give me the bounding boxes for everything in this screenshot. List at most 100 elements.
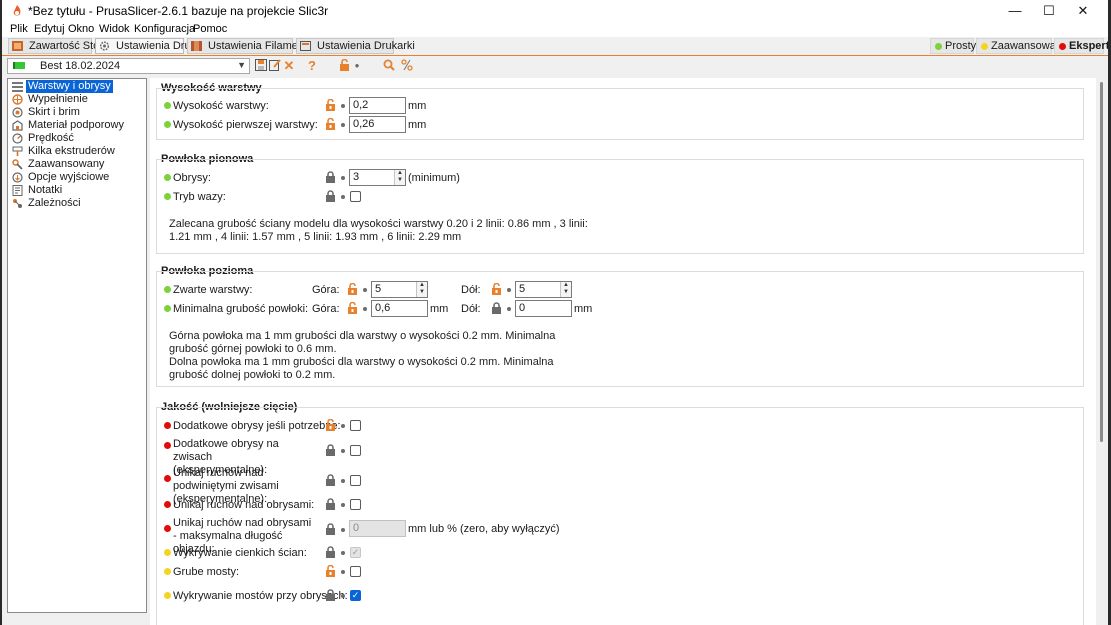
bottom-solid-layers-spinbox[interactable]: 5 ▲ ▼ [515, 281, 572, 298]
lock-closed-icon[interactable] [325, 589, 336, 601]
lock-open-icon[interactable] [337, 58, 351, 73]
perimeters-unit: (minimum) [408, 172, 460, 184]
menu-pomoc[interactable]: Pomoc [193, 23, 227, 35]
tab-filament-settings[interactable]: Ustawienia Filamentu [187, 38, 313, 54]
vertical-scrollbar[interactable] [1096, 78, 1108, 625]
lock-closed-icon[interactable] [325, 444, 336, 456]
system-value-bullet-icon[interactable] [341, 449, 345, 453]
mode-advanced-button[interactable]: Zaawansowane [976, 38, 1068, 54]
system-value-bullet-icon[interactable] [341, 570, 345, 574]
skirt-icon [12, 107, 23, 118]
thick-bridges-checkbox[interactable] [350, 566, 361, 577]
tab-bar: Zawartość Stołu Ustawienia Druku Ustawie… [2, 37, 1108, 56]
spin-arrows-icon[interactable]: ▲ ▼ [416, 282, 427, 297]
system-value-bullet-icon[interactable] [341, 424, 345, 428]
bullet-icon: ● [354, 61, 360, 70]
top-label: Góra: [312, 284, 340, 296]
max-detour-input[interactable]: 0 [349, 520, 406, 537]
preset-flag-icon [13, 62, 25, 69]
layer-height-input[interactable]: 0,2 [349, 97, 406, 114]
menu-okno[interactable]: Okno [68, 23, 94, 35]
compare-presets-icon[interactable] [400, 59, 414, 73]
menu-plik[interactable]: Plik [10, 23, 28, 35]
thin-walls-checkbox[interactable]: ✓ [350, 547, 361, 558]
expert-mode-dot-icon [164, 525, 171, 532]
menu-bar: Plik Edytuj Okno Widok Konfiguracja Pomo… [2, 22, 1108, 37]
menu-edytuj[interactable]: Edytuj [34, 23, 65, 35]
lock-open-icon[interactable] [491, 283, 502, 295]
tab-print-settings[interactable]: Ustawienia Druku [95, 38, 202, 54]
layer-height-label: Wysokość warstwy: [173, 100, 269, 112]
menu-konfiguracja[interactable]: Konfiguracja [134, 23, 195, 35]
system-value-bullet-icon[interactable] [341, 503, 345, 507]
close-button[interactable]: ✕ [1066, 0, 1100, 22]
wrench-icon [12, 159, 23, 170]
system-value-bullet-icon[interactable] [341, 104, 345, 108]
spiral-vase-checkbox[interactable] [350, 191, 361, 202]
system-value-bullet-icon[interactable] [363, 288, 367, 292]
system-value-bullet-icon[interactable] [341, 195, 345, 199]
overhangs-detection-checkbox[interactable]: ✓ [350, 590, 361, 601]
lock-open-icon[interactable] [325, 99, 336, 111]
lock-open-icon[interactable] [347, 283, 358, 295]
system-value-bullet-icon[interactable] [507, 288, 511, 292]
preset-dropdown[interactable]: Best 18.02.2024 ▼ [7, 58, 250, 74]
search-icon[interactable] [382, 59, 396, 73]
simple-mode-dot-icon [164, 121, 171, 128]
avoid-crossing-perimeters-label: Unikaj ruchów nad obrysami: [173, 499, 315, 511]
lock-closed-icon[interactable] [325, 523, 336, 535]
system-value-bullet-icon[interactable] [341, 528, 345, 532]
save-preset-icon[interactable] [254, 59, 268, 73]
speed-icon [12, 133, 23, 144]
solid-layers-label: Zwarte warstwy: [173, 284, 253, 296]
expert-mode-dot-icon [164, 422, 171, 429]
system-value-bullet-icon[interactable] [363, 307, 367, 311]
system-value-bullet-icon[interactable] [507, 307, 511, 311]
extra-perimeters-overhangs-checkbox[interactable] [350, 445, 361, 456]
system-value-bullet-icon[interactable] [341, 123, 345, 127]
mode-simple-button[interactable]: Prosty [930, 38, 976, 54]
menu-widok[interactable]: Widok [99, 23, 130, 35]
perimeters-spinbox[interactable]: 3 ▲ ▼ [349, 169, 406, 186]
avoid-crossing-perimeters-checkbox[interactable] [350, 499, 361, 510]
scrollbar-thumb[interactable] [1100, 82, 1103, 442]
help-icon[interactable]: ? [305, 59, 319, 73]
lock-closed-icon[interactable] [325, 546, 336, 558]
spin-arrows-icon[interactable]: ▲ ▼ [560, 282, 571, 297]
bottom-label: Dół: [461, 284, 481, 296]
min-top-thickness-unit: mm [430, 303, 449, 315]
min-top-thickness-input[interactable]: 0,6 [371, 300, 428, 317]
lock-open-icon[interactable] [325, 565, 336, 577]
tab-printer-settings[interactable]: Ustawienia Drukarki [296, 38, 415, 54]
spin-arrows-icon[interactable]: ▲ ▼ [394, 170, 405, 185]
tab-plater[interactable]: Zawartość Stołu [8, 38, 108, 54]
avoid-curled-overhangs-checkbox[interactable] [350, 475, 361, 486]
bottom-label: Dół: [461, 303, 481, 315]
lock-closed-icon[interactable] [325, 171, 336, 183]
lock-closed-icon[interactable] [325, 498, 336, 510]
first-layer-height-input[interactable]: 0,26 [349, 116, 406, 133]
lock-open-icon[interactable] [347, 302, 358, 314]
mode-expert-button[interactable]: Ekspert [1054, 38, 1108, 54]
first-layer-height-label: Wysokość pierwszej warstwy: [173, 119, 318, 131]
top-solid-layers-spinbox[interactable]: 5 ▲ ▼ [371, 281, 428, 298]
simple-mode-dot-icon [164, 305, 171, 312]
lock-open-icon[interactable] [325, 118, 336, 130]
system-value-bullet-icon[interactable] [341, 479, 345, 483]
delete-preset-icon[interactable]: ✕ [282, 59, 296, 73]
extra-perimeters-checkbox[interactable] [350, 420, 361, 431]
maximize-button[interactable]: ☐ [1032, 0, 1066, 22]
minimize-button[interactable]: — [998, 0, 1032, 22]
lock-closed-icon[interactable] [491, 302, 502, 314]
lock-closed-icon[interactable] [325, 190, 336, 202]
system-value-bullet-icon[interactable] [341, 176, 345, 180]
edit-preset-icon[interactable] [268, 59, 282, 73]
mode-expert-dot-icon [1059, 43, 1066, 50]
lock-closed-icon[interactable] [325, 474, 336, 486]
lock-open-icon[interactable] [325, 419, 336, 431]
system-value-bullet-icon[interactable] [341, 594, 345, 598]
system-value-bullet-icon[interactable] [341, 551, 345, 555]
min-bottom-thickness-input[interactable]: 0 [515, 300, 572, 317]
plater-icon [12, 41, 23, 51]
first-layer-height-unit: mm [408, 119, 427, 131]
